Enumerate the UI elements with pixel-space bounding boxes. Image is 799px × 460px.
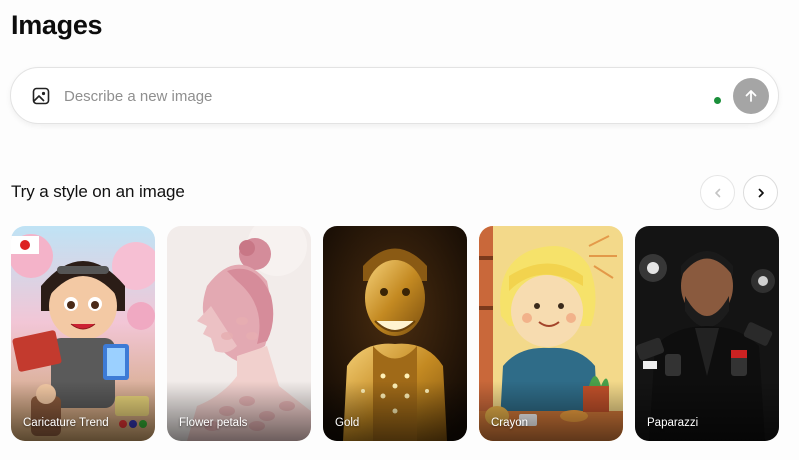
card-label: Crayon [491, 417, 529, 429]
style-card-caricature-trend[interactable]: Caricature Trend [11, 226, 155, 441]
section-title: Try a style on an image [11, 182, 185, 201]
style-card-paparazzi[interactable]: Paparazzi [635, 226, 779, 441]
card-label: Flower petals [179, 417, 248, 429]
style-card-flower-petals[interactable]: Flower petals [167, 226, 311, 441]
carousel-prev-button[interactable] [700, 175, 735, 210]
card-label: Paparazzi [647, 417, 699, 429]
style-card-crayon[interactable]: Crayon [479, 226, 623, 441]
card-shade [323, 381, 467, 441]
status-dot [714, 97, 721, 104]
card-shade [635, 381, 779, 441]
card-shade [11, 381, 155, 441]
image-prompt-composer [10, 67, 779, 124]
send-button[interactable] [733, 78, 769, 114]
arrow-up-icon [745, 90, 757, 102]
page-title: Images [11, 10, 103, 40]
card-label: Gold [335, 417, 360, 429]
card-shade [167, 381, 311, 441]
card-shade [479, 381, 623, 441]
style-card-gold[interactable]: Gold [323, 226, 467, 441]
style-carousel: Caricature Trend Flower petals Gold Cray… [11, 226, 779, 441]
chevron-right-icon [758, 188, 764, 197]
carousel-next-button[interactable] [743, 175, 778, 210]
image-prompt-input[interactable] [64, 82, 684, 110]
card-label: Caricature Trend [23, 417, 109, 429]
image-icon[interactable] [32, 87, 50, 105]
chevron-left-icon [714, 188, 720, 197]
